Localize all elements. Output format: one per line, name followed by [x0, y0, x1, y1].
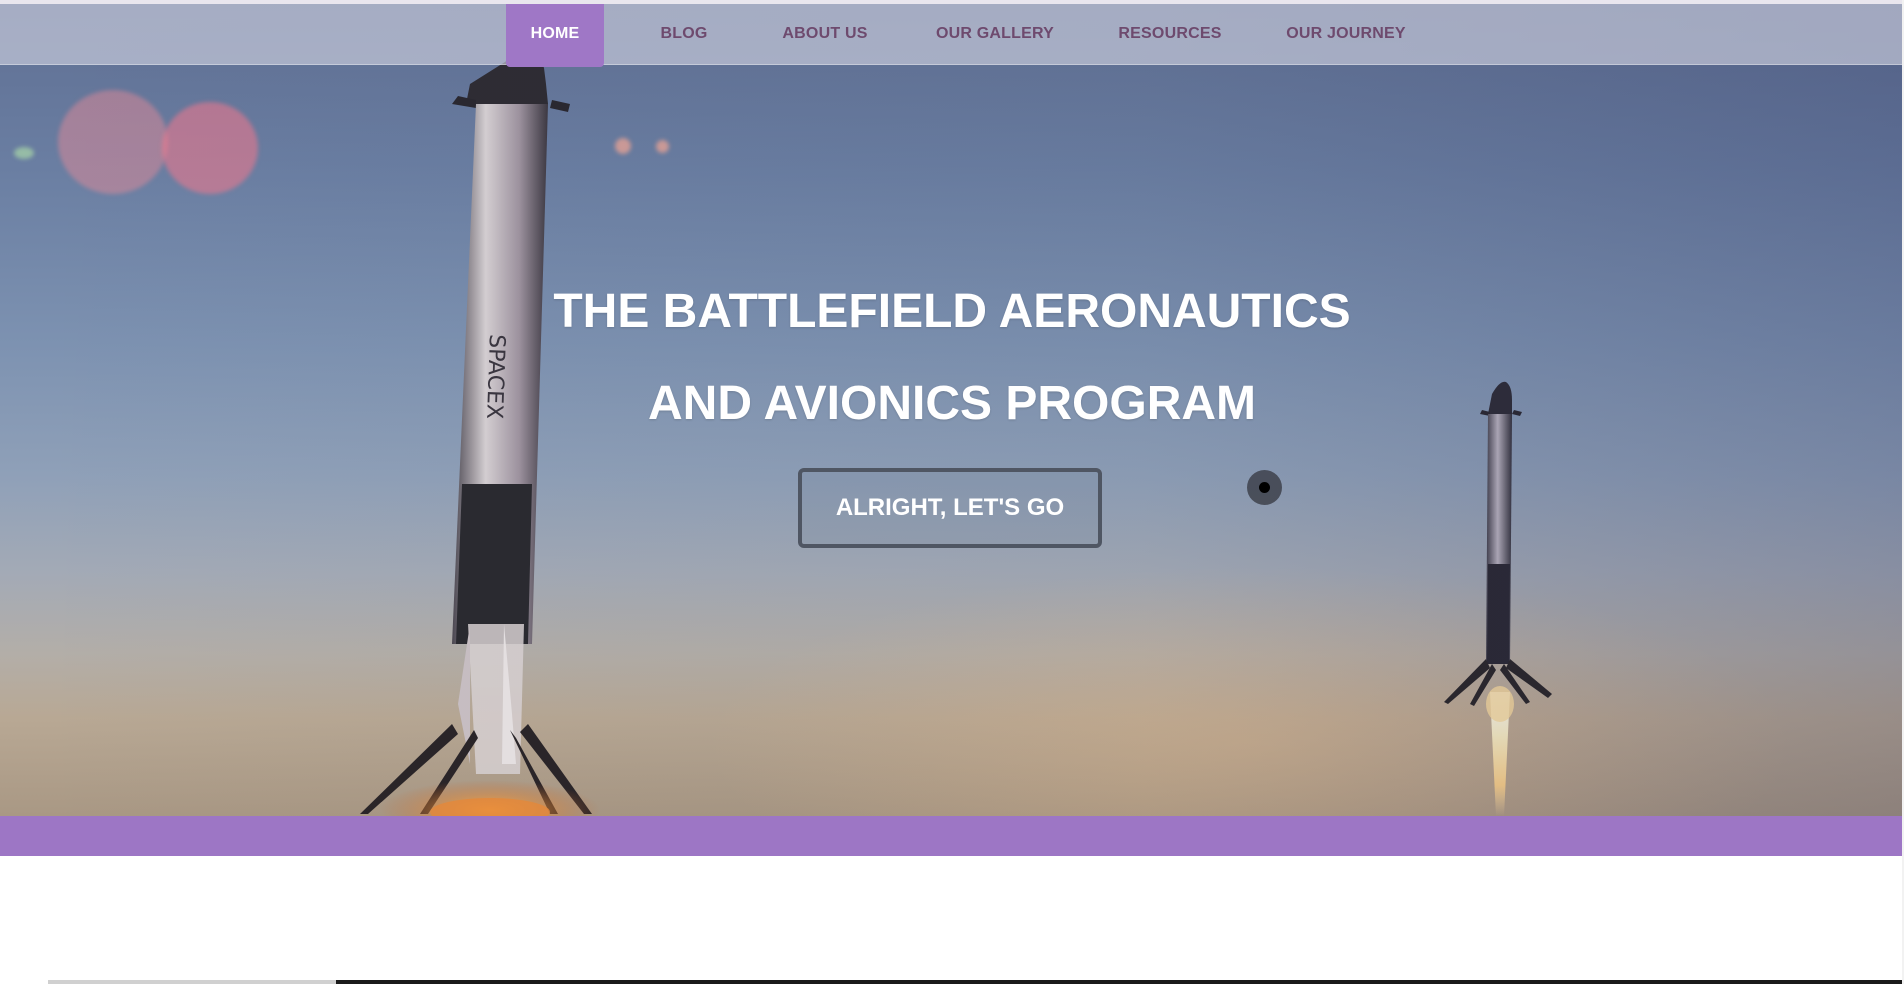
nav-about-us[interactable]: ABOUT US — [772, 4, 878, 64]
nav-resources[interactable]: RESOURCES — [1112, 4, 1228, 64]
hero-title-line1: THE BATTLEFIELD AERONAUTICS — [553, 285, 1351, 338]
nav-our-journey[interactable]: OUR JOURNEY — [1282, 4, 1410, 64]
cursor-icon — [1247, 470, 1282, 505]
hero-title-line2: AND AVIONICS PROGRAM — [647, 377, 1256, 430]
nav-home[interactable]: HOME — [506, 4, 604, 67]
nav-blog[interactable]: BLOG — [648, 4, 720, 64]
cta-button[interactable]: ALRIGHT, LET'S GO — [798, 468, 1102, 548]
bottom-divider-segment — [48, 980, 336, 984]
content-area — [0, 856, 1904, 980]
top-navbar: HOME BLOG ABOUT US OUR GALLERY RESOURCES… — [0, 4, 1904, 67]
page: SPACEX — [0, 0, 1904, 984]
accent-bar — [0, 816, 1904, 856]
nav-our-gallery[interactable]: OUR GALLERY — [930, 4, 1060, 64]
